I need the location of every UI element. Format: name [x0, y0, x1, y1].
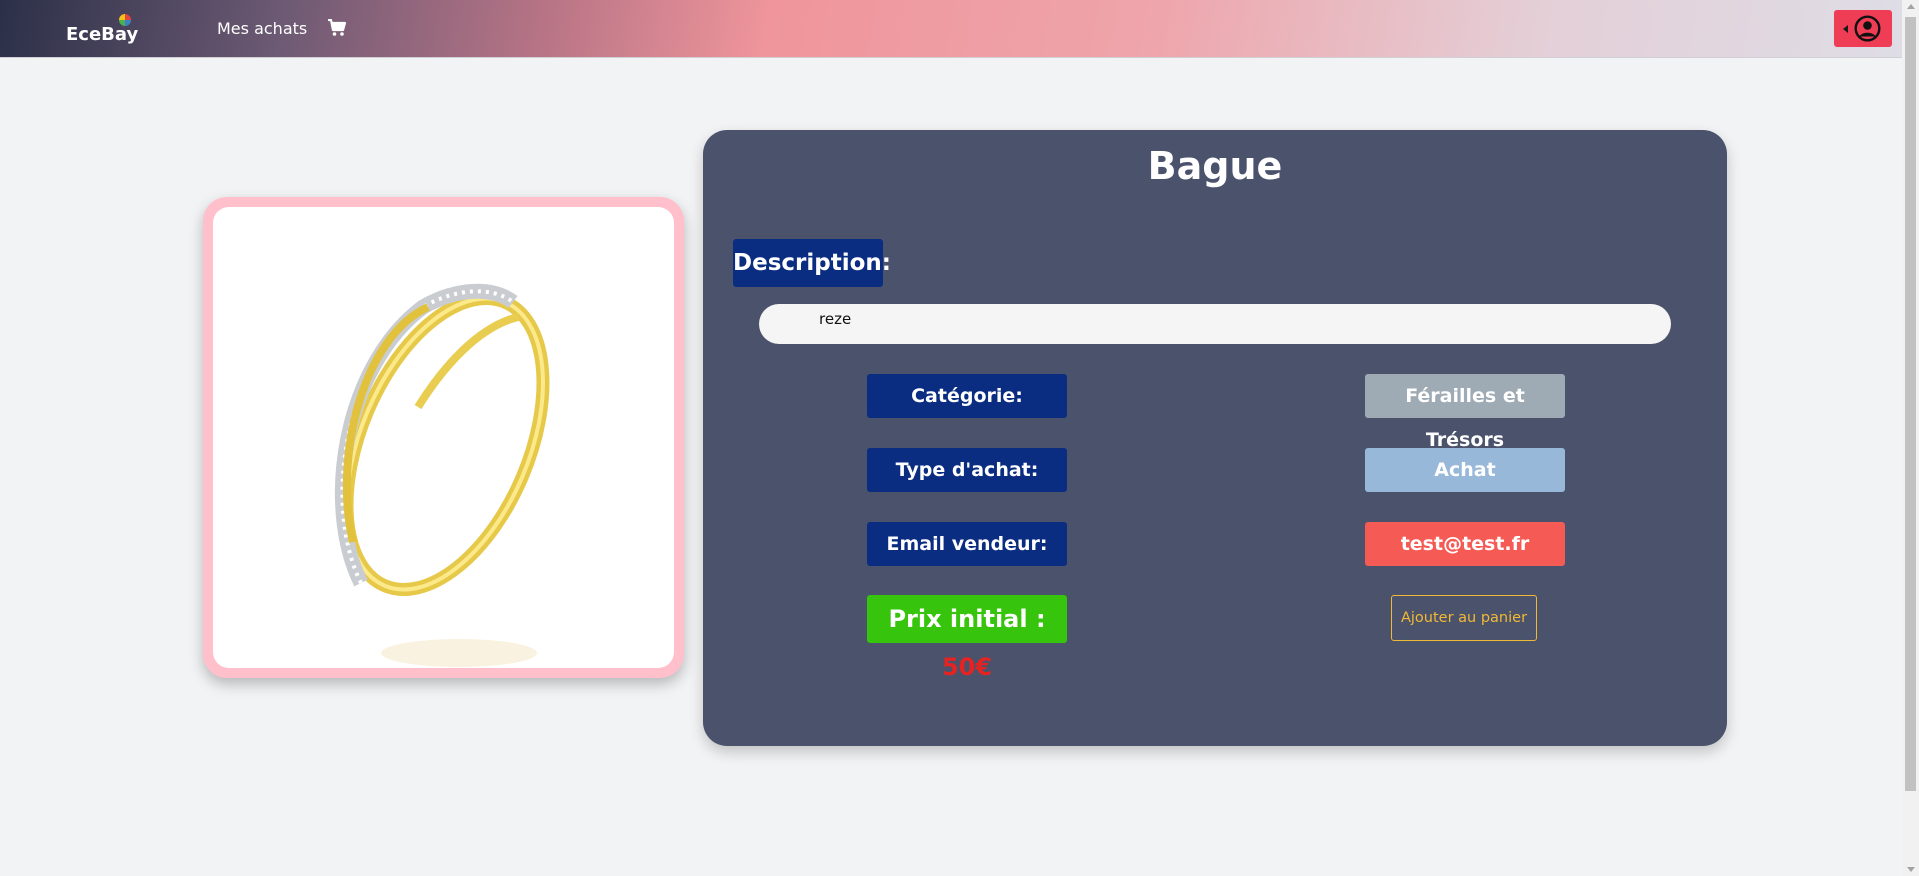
shopping-cart-icon[interactable]: [327, 19, 347, 37]
seller-email-value: test@test.fr: [1365, 522, 1565, 566]
product-image-frame: [203, 197, 684, 678]
scrollbar-thumb[interactable]: [1905, 17, 1916, 791]
description-label: Description:: [733, 239, 891, 287]
product-image: [213, 207, 674, 668]
price-label: Prix initial :: [888, 605, 1046, 633]
seller-email-label: Email vendeur:: [867, 522, 1067, 566]
category-value: Férailles et Trésors: [1365, 374, 1565, 451]
caret-left-icon: [1843, 25, 1848, 33]
scroll-down-arrow-icon[interactable]: [1907, 867, 1915, 872]
gold-ring-image: [334, 283, 550, 667]
user-menu-button[interactable]: [1834, 10, 1892, 47]
user-circle-icon: [1854, 15, 1881, 42]
category-label: Catégorie:: [867, 374, 1067, 418]
description-field: reze: [759, 304, 1671, 344]
scroll-up-arrow-icon[interactable]: [1907, 4, 1915, 9]
purchase-type-label: Type d'achat:: [867, 448, 1067, 492]
product-title: Bague: [1147, 144, 1283, 188]
page-scrollbar[interactable]: [1902, 0, 1919, 876]
purchase-type-value: Achat: [1365, 448, 1565, 492]
add-to-cart-button[interactable]: Ajouter au panier: [1391, 595, 1537, 641]
product-details-panel: Bague Description: reze Catégorie: Férai…: [703, 130, 1727, 746]
initial-price-badge: Prix initial : 50€: [867, 595, 1067, 681]
price-value: 50€: [941, 653, 993, 681]
ecebay-logo[interactable]: EceBay: [66, 24, 138, 45]
navbar: EceBay Mes achats: [0, 0, 1919, 58]
logo-badge-icon: [119, 14, 131, 26]
nav-link-mes-achats[interactable]: Mes achats: [217, 19, 307, 38]
